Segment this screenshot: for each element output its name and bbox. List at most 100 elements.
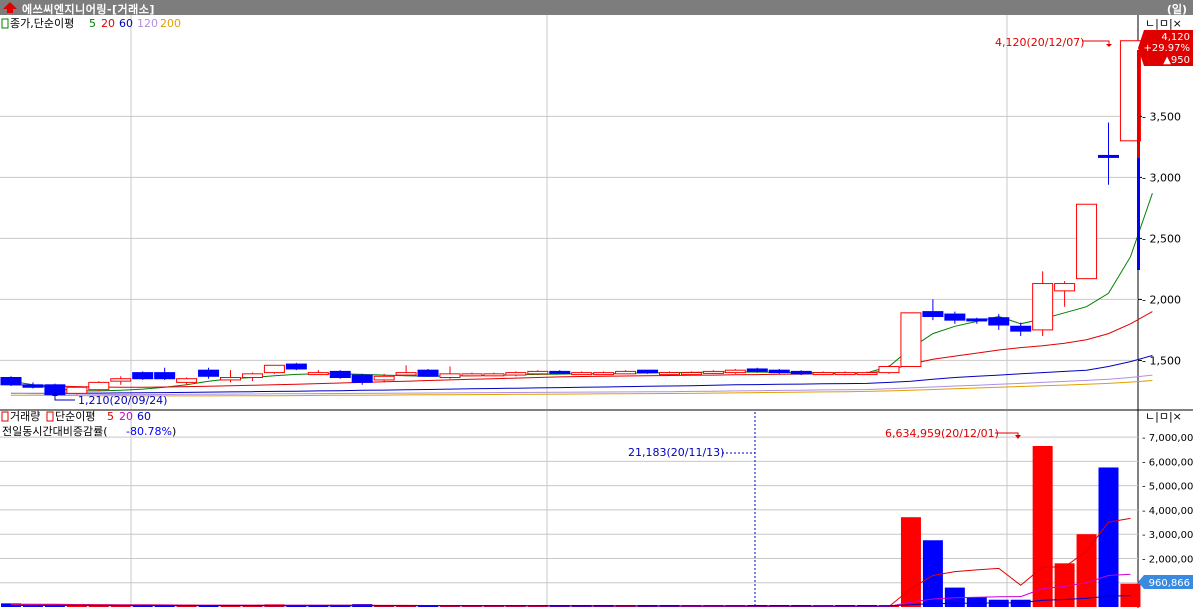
candle-body — [966, 318, 988, 322]
legend-vma20: 20 — [119, 410, 133, 423]
candle-body — [505, 372, 527, 376]
current-volume: 960,866 — [1149, 578, 1190, 589]
candle-body — [637, 369, 659, 374]
candle-body — [615, 370, 637, 375]
candle-body — [439, 373, 461, 378]
candle-body — [659, 372, 680, 376]
candle-body — [1098, 154, 1119, 158]
candle-body — [417, 369, 439, 377]
current-volume-badge: 960,866 — [1138, 575, 1193, 589]
legend-vma5: 5 — [107, 410, 114, 423]
price-range-bar-down — [1137, 158, 1140, 270]
ratio-suffix: ) — [172, 425, 176, 438]
ratio-label: 전일동시간대비증감률( — [2, 424, 108, 438]
candle-body — [307, 372, 329, 376]
volume-legend-prefix: 거래량 — [10, 410, 40, 423]
volume-legend: 거래량 단순이평 5 20 60 전일동시간대비증감률( -80.78% ) — [1, 410, 176, 438]
volume-bar — [1098, 467, 1119, 607]
price-panel-controls[interactable]: ㄴ|ㅁ|× — [1145, 17, 1182, 30]
candle-body — [198, 369, 220, 377]
volume-legend-sub: 단순이평 — [55, 410, 95, 423]
candle-body — [220, 376, 241, 381]
candle-body — [22, 384, 44, 388]
candle-body — [373, 375, 395, 381]
candle-body — [285, 363, 307, 370]
candle-body — [724, 369, 746, 374]
legend-vma60: 60 — [137, 410, 151, 423]
price-range-bar-up — [1137, 50, 1140, 158]
volume-panel-controls[interactable]: ㄴ|ㅁ|× — [1145, 410, 1182, 423]
candle-body — [988, 317, 1010, 326]
candle-body — [0, 376, 22, 386]
min-price-label: 1,210(20/09/24) — [78, 394, 167, 407]
candle-body — [1032, 283, 1054, 331]
candle-body — [176, 378, 198, 383]
legend-box-icon[interactable] — [1, 411, 9, 422]
candle-body — [395, 372, 417, 376]
legend-ma5: 5 — [89, 17, 96, 30]
candle-body — [790, 370, 812, 375]
candle-body — [483, 373, 505, 377]
candle-body — [900, 312, 922, 368]
volume-bar — [900, 517, 921, 607]
candle-body — [812, 372, 834, 376]
candle-body — [110, 378, 132, 382]
candle-body — [154, 372, 176, 380]
volume-tick-label: - 2,000,000 — [1142, 554, 1193, 565]
candle-body — [263, 364, 285, 374]
legend-box-icon[interactable] — [46, 411, 54, 422]
legend-box-icon[interactable] — [1, 18, 9, 29]
candle-body — [461, 373, 483, 377]
candle-body — [856, 372, 878, 376]
volume-tick-label: - 7,000,000 — [1142, 433, 1193, 444]
candle-body — [746, 368, 768, 372]
ma-line-5 — [10, 193, 1153, 392]
max-volume-label: 6,634,959(20/12/01) — [885, 427, 999, 440]
chart-frame — [0, 15, 1193, 608]
candle-body — [1076, 203, 1098, 280]
price-tick-label: - 2,000 — [1142, 293, 1181, 306]
volume-tick-label: - 5,000,000 — [1142, 482, 1193, 493]
candle-body — [878, 366, 900, 374]
volume-bar — [966, 597, 987, 607]
price-tick-label: - 2,500 — [1142, 232, 1181, 245]
price-tick-label: - 3,000 — [1142, 171, 1181, 184]
candle-body — [922, 311, 944, 317]
change-abs: ▲950 — [1163, 55, 1190, 66]
candle-body — [1010, 325, 1032, 332]
legend-ma60: 60 — [119, 17, 133, 30]
volume-tick-label: - 4,000,000 — [1142, 506, 1193, 517]
volume-bar — [922, 540, 943, 607]
candle-body — [329, 370, 351, 378]
volume-tick-label: - 6,000,000 — [1142, 457, 1193, 468]
max-price-label: 4,120(20/12/07) — [995, 36, 1084, 49]
candle-body — [549, 370, 571, 374]
volume-bar — [1010, 599, 1031, 607]
change-pct: +29.97% — [1143, 43, 1190, 54]
current-price: 4,120 — [1161, 32, 1190, 43]
candle-body — [88, 381, 110, 391]
candle-body — [571, 372, 593, 376]
candle-body — [834, 372, 856, 376]
max-price-arrow-icon — [1106, 44, 1112, 47]
stock-chart[interactable]: - 1,500- 2,000- 2,500- 3,000- 3,500- 1,0… — [0, 0, 1193, 608]
volume-bar — [1032, 445, 1053, 607]
candle-body — [593, 372, 615, 376]
candle-body — [702, 370, 724, 374]
current-price-badge: 4,120 +29.97% ▲950 — [1138, 30, 1193, 66]
legend-ma120: 120 — [137, 17, 158, 30]
legend-ma20: 20 — [101, 17, 115, 30]
price-legend-prefix: 종가,단순이평 — [10, 17, 74, 30]
candle-body — [351, 374, 373, 383]
volume-tick-label: - 3,000,000 — [1142, 530, 1193, 541]
legend-ma200: 200 — [160, 17, 181, 30]
volume-bar — [1076, 534, 1097, 607]
candle-body — [132, 372, 154, 380]
price-legend: 종가,단순이평 5 20 60 120 200 — [1, 17, 181, 30]
price-tick-label: - 1,500 — [1142, 354, 1181, 367]
candle-body — [527, 370, 549, 375]
candle-body — [1054, 283, 1076, 292]
candle-body — [944, 313, 966, 321]
candle-body — [768, 369, 790, 374]
candle-body — [66, 386, 88, 394]
